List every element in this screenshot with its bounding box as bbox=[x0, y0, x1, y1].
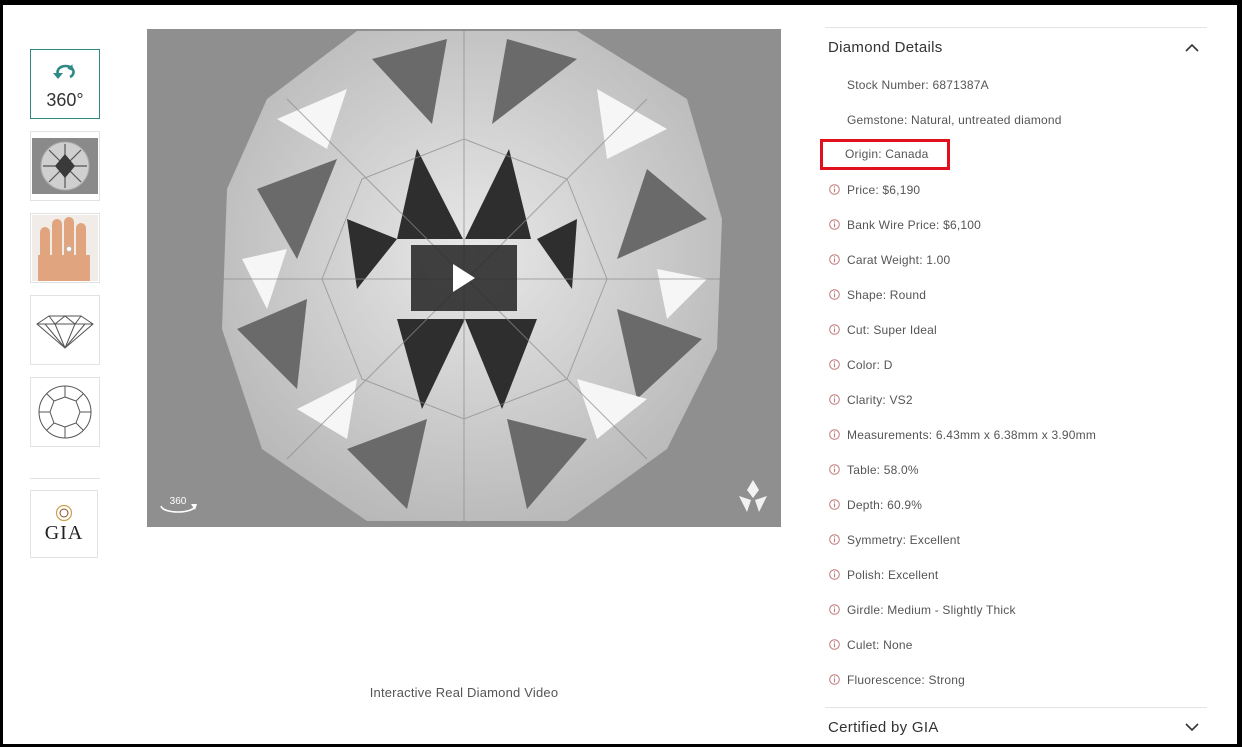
info-icon[interactable] bbox=[825, 289, 845, 300]
hand-photo bbox=[32, 215, 98, 281]
video-caption: Interactive Real Diamond Video bbox=[369, 685, 559, 700]
rotate-360-icon: 360 bbox=[160, 496, 197, 513]
thumb-diamond-top[interactable] bbox=[30, 131, 100, 201]
corner-360-badge: 360 bbox=[157, 492, 199, 521]
detail-text: Symmetry: Excellent bbox=[847, 532, 961, 547]
chevron-up-icon bbox=[1185, 39, 1199, 56]
diamond-details-header[interactable]: Diamond Details bbox=[825, 28, 1207, 66]
diamond-details-title: Diamond Details bbox=[828, 38, 943, 56]
info-icon[interactable] bbox=[825, 639, 845, 650]
detail-row: Carat Weight: 1.00 bbox=[825, 242, 1207, 277]
detail-row: Color: D bbox=[825, 347, 1207, 382]
play-icon bbox=[453, 264, 475, 292]
detail-row: Bank Wire Price: $6,100 bbox=[825, 207, 1207, 242]
info-icon[interactable] bbox=[825, 254, 845, 265]
thumb-hand[interactable] bbox=[30, 213, 100, 283]
diamond-face-icon bbox=[38, 385, 92, 439]
detail-row: Stock Number: 6871387A bbox=[825, 67, 1207, 102]
detail-row: Girdle: Medium - Slightly Thick bbox=[825, 592, 1207, 627]
detail-row: Shape: Round bbox=[825, 277, 1207, 312]
certified-header[interactable]: Certified by GIA bbox=[825, 708, 1207, 746]
detail-text: Polish: Excellent bbox=[847, 567, 939, 582]
detail-text: Price: $6,190 bbox=[847, 182, 921, 197]
page-frame: 360° GIA 360 Interactive Real Diamond Vi… bbox=[3, 5, 1237, 744]
thumb-certificate[interactable]: GIA bbox=[30, 490, 98, 558]
info-icon[interactable] bbox=[825, 569, 845, 580]
detail-text: Gemstone: Natural, untreated diamond bbox=[847, 112, 1062, 127]
detail-row: Cut: Super Ideal bbox=[825, 312, 1207, 347]
detail-row: Price: $6,190 bbox=[825, 172, 1207, 207]
detail-row: Polish: Excellent bbox=[825, 557, 1207, 592]
info-icon[interactable] bbox=[825, 464, 845, 475]
detail-row: Table: 58.0% bbox=[825, 452, 1207, 487]
info-icon[interactable] bbox=[825, 359, 845, 370]
info-icon[interactable] bbox=[825, 674, 845, 685]
detail-text: Carat Weight: 1.00 bbox=[847, 252, 951, 267]
certified-title: Certified by GIA bbox=[828, 718, 939, 736]
diamond-top-photo bbox=[32, 138, 98, 194]
play-button[interactable] bbox=[411, 245, 517, 311]
detail-row: Depth: 60.9% bbox=[825, 487, 1207, 522]
info-icon[interactable] bbox=[825, 184, 845, 195]
diamond-profile-icon bbox=[36, 315, 94, 349]
detail-row: Fluorescence: Strong bbox=[825, 662, 1207, 697]
detail-text: Origin: Canada bbox=[820, 139, 950, 170]
info-icon[interactable] bbox=[825, 604, 845, 615]
detail-text: Girdle: Medium - Slightly Thick bbox=[847, 602, 1016, 617]
info-icon[interactable] bbox=[825, 499, 845, 510]
certificate-icon bbox=[55, 504, 73, 521]
detail-text: Shape: Round bbox=[847, 287, 927, 302]
detail-text: Color: D bbox=[847, 357, 893, 372]
info-icon[interactable] bbox=[825, 324, 845, 335]
detail-row: Origin: Canada bbox=[820, 137, 1207, 172]
svg-text:360: 360 bbox=[170, 496, 187, 507]
detail-row: Symmetry: Excellent bbox=[825, 522, 1207, 557]
detail-text: Bank Wire Price: $6,100 bbox=[847, 217, 981, 232]
details-list: Stock Number: 6871387A Gemstone: Natural,… bbox=[820, 66, 1207, 697]
thumb-360-label: 360° bbox=[46, 89, 84, 110]
detail-text: Stock Number: 6871387A bbox=[847, 77, 989, 92]
brand-logo-icon bbox=[733, 478, 773, 521]
detail-text: Cut: Super Ideal bbox=[847, 322, 937, 337]
info-icon[interactable] bbox=[825, 219, 845, 230]
info-icon[interactable] bbox=[825, 534, 845, 545]
gia-label: GIA bbox=[44, 521, 84, 544]
thumb-diamond-side[interactable] bbox=[30, 295, 100, 365]
detail-text: Depth: 60.9% bbox=[847, 497, 923, 512]
detail-text: Culet: None bbox=[847, 637, 913, 652]
info-icon[interactable] bbox=[825, 429, 845, 440]
detail-row: Measurements: 6.43mm x 6.38mm x 3.90mm bbox=[825, 417, 1207, 452]
thumb-360[interactable]: 360° bbox=[30, 49, 100, 119]
info-icon[interactable] bbox=[825, 394, 845, 405]
detail-text: Measurements: 6.43mm x 6.38mm x 3.90mm bbox=[847, 427, 1097, 442]
detail-row: Gemstone: Natural, untreated diamond bbox=[825, 102, 1207, 137]
detail-row: Culet: None bbox=[825, 627, 1207, 662]
detail-text: Clarity: VS2 bbox=[847, 392, 913, 407]
thumb-diamond-face[interactable] bbox=[30, 377, 100, 447]
thumbnail-divider bbox=[30, 478, 100, 479]
detail-row: Clarity: VS2 bbox=[825, 382, 1207, 417]
certified-section: Certified by GIA bbox=[825, 707, 1207, 746]
diamond-video[interactable]: 360 bbox=[147, 29, 781, 527]
diamond-details-panel: Diamond Details Stock Number: 6871387A Ge… bbox=[820, 27, 1207, 697]
chevron-down-icon bbox=[1185, 719, 1199, 736]
rotate-icon bbox=[50, 60, 80, 89]
detail-text: Table: 58.0% bbox=[847, 462, 919, 477]
detail-text: Fluorescence: Strong bbox=[847, 672, 966, 687]
